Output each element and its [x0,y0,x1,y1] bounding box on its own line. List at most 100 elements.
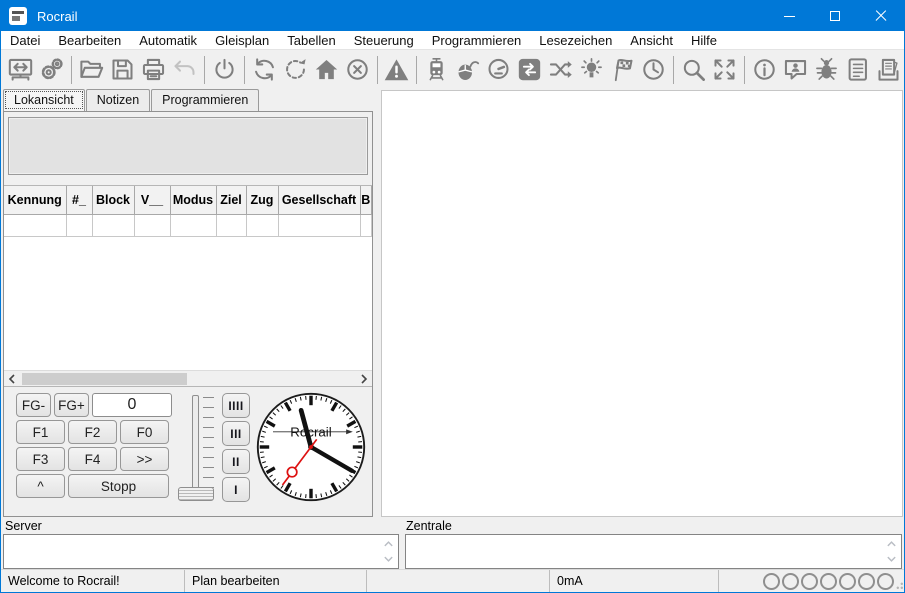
debug-icon[interactable] [811,54,842,86]
track-plan-area[interactable] [381,90,903,517]
menubar: Datei Bearbeiten Automatik Gleisplan Tab… [1,31,904,50]
open-icon[interactable] [76,54,107,86]
refresh-icon[interactable] [249,54,280,86]
horizontal-scrollbar[interactable] [4,370,372,386]
undo-icon[interactable] [169,54,200,86]
menu-steuerung[interactable]: Steuerung [345,32,423,49]
lamp-icon[interactable] [576,54,607,86]
spin-up-icon[interactable] [886,540,897,548]
menu-gleisplan[interactable]: Gleisplan [206,32,278,49]
col-modus[interactable]: Modus [170,186,217,215]
f3-button[interactable]: F3 [16,447,65,471]
cancel-icon[interactable] [342,54,373,86]
loco-list-empty-area [4,236,372,370]
gauge-icon[interactable] [483,54,514,86]
col-block[interactable]: Block [92,186,135,215]
spin-down-icon[interactable] [886,555,897,563]
scroll-right-icon[interactable] [356,371,372,387]
alert-icon[interactable] [381,54,412,86]
throttle-slider-handle[interactable] [178,487,214,501]
col-gesellschaft[interactable]: Gesellschaft [278,186,361,215]
col-v[interactable]: V__ [134,186,171,215]
minimize-button[interactable] [766,1,812,31]
log-icon[interactable] [842,54,873,86]
routes-icon[interactable] [514,54,545,86]
workspace-icon[interactable] [5,54,36,86]
speed-display[interactable] [92,393,172,417]
speed-step-4-button[interactable]: IIII [222,393,250,418]
server-log[interactable] [3,534,399,569]
fg-plus-button[interactable]: FG+ [54,393,89,417]
led-indicator [763,572,780,590]
f2-button[interactable]: F2 [68,420,117,444]
menu-bearbeiten[interactable]: Bearbeiten [49,32,130,49]
status-message: Welcome to Rocrail! [8,574,120,588]
col-number[interactable]: #_ [66,186,93,215]
col-zug[interactable]: Zug [246,186,279,215]
table-row[interactable] [4,214,372,237]
shuffle-icon[interactable] [545,54,576,86]
spin-up-icon[interactable] [383,540,394,548]
speed-step-2-button[interactable]: II [222,449,250,474]
support-icon[interactable] [780,54,811,86]
lokansicht-panel: Kennung #_ Block V__ Modus Ziel Zug Gese… [3,111,373,517]
menu-tabellen[interactable]: Tabellen [278,32,344,49]
finish-flag-icon[interactable] [607,54,638,86]
print-icon[interactable] [138,54,169,86]
toolbar [1,50,904,89]
home-icon[interactable] [311,54,342,86]
tab-lokansicht[interactable]: Lokansicht [3,89,85,111]
f0-button[interactable]: F0 [120,420,169,444]
menu-programmieren[interactable]: Programmieren [423,32,531,49]
menu-lesezeichen[interactable]: Lesezeichen [530,32,621,49]
menu-ansicht[interactable]: Ansicht [621,32,682,49]
led-indicator [801,572,818,590]
f4-button[interactable]: F4 [68,447,117,471]
scroll-left-icon[interactable] [4,371,20,387]
col-kennung[interactable]: Kennung [4,186,67,215]
status-empty [366,570,549,592]
throttle-slider-track[interactable] [192,395,199,491]
stop-button[interactable]: Stopp [68,474,169,498]
more-functions-button[interactable]: >> [120,447,169,471]
f1-button[interactable]: F1 [16,420,65,444]
info-icon[interactable] [749,54,780,86]
close-icon [875,10,887,22]
properties-icon[interactable] [36,54,67,86]
menu-hilfe[interactable]: Hilfe [682,32,726,49]
col-ziel[interactable]: Ziel [216,186,247,215]
speed-step-1-button[interactable]: I [222,477,250,502]
status-mode: Plan bearbeiten [184,570,366,592]
menu-automatik[interactable]: Automatik [130,32,206,49]
save-icon[interactable] [107,54,138,86]
loco-table: Kennung #_ Block V__ Modus Ziel Zug Gese… [4,185,372,237]
col-b[interactable]: B [360,186,372,215]
statusbar: Welcome to Rocrail! Plan bearbeiten 0mA [1,569,904,592]
fast-clock-icon[interactable] [638,54,669,86]
speed-step-3-button[interactable]: III [222,421,250,446]
fullscreen-icon[interactable] [709,54,740,86]
titlebar: Rocrail [1,1,904,31]
direction-button[interactable]: ^ [16,474,65,498]
power-icon[interactable] [209,54,240,86]
zentrale-log[interactable] [405,534,902,569]
spin-down-icon[interactable] [383,555,394,563]
throttle-slider-ticks [203,397,214,489]
reset-icon[interactable] [280,54,311,86]
pages-icon[interactable] [873,54,904,86]
server-label: Server [5,519,42,533]
mouse-icon[interactable] [452,54,483,86]
tab-programmieren[interactable]: Programmieren [151,89,260,111]
resize-grip[interactable] [895,581,903,589]
loco-table-header: Kennung #_ Block V__ Modus Ziel Zug Gese… [4,186,372,215]
loco-icon[interactable] [421,54,452,86]
scrollbar-thumb[interactable] [22,372,187,385]
fg-minus-button[interactable]: FG- [16,393,51,417]
status-current: 0mA [549,570,718,592]
clock-brand: Rocrail [290,425,331,440]
menu-datei[interactable]: Datei [1,32,49,49]
search-icon[interactable] [678,54,709,86]
maximize-button[interactable] [812,1,858,31]
tab-notizen[interactable]: Notizen [85,89,151,111]
close-button[interactable] [858,1,904,31]
